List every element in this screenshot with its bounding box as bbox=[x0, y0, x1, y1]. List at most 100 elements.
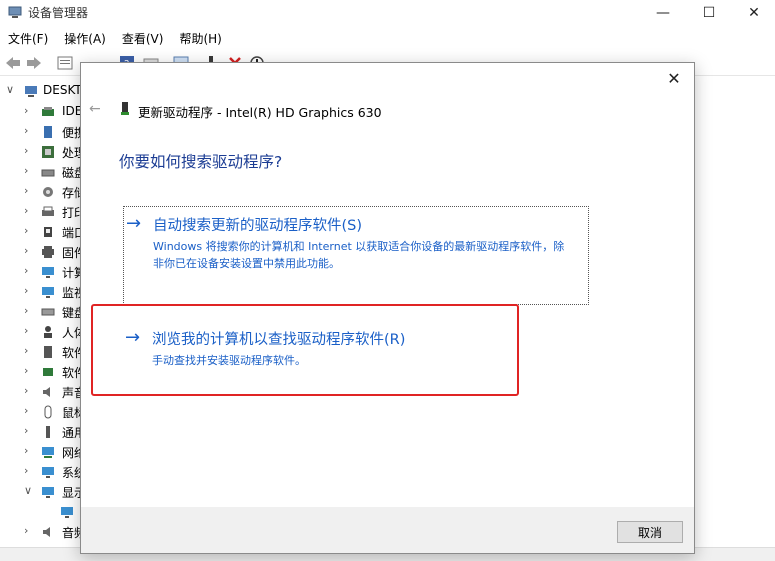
keyboard-icon bbox=[41, 308, 55, 316]
tree-item-display-child[interactable] bbox=[0, 502, 80, 522]
portable-device-icon bbox=[44, 126, 52, 138]
window-title: 设备管理器 bbox=[28, 6, 89, 20]
chevron-right-icon[interactable]: › bbox=[24, 304, 28, 317]
speaker-icon bbox=[43, 387, 50, 397]
chevron-right-icon[interactable]: › bbox=[24, 424, 28, 437]
device-manager-icon bbox=[8, 6, 22, 18]
chevron-right-icon[interactable]: › bbox=[24, 384, 28, 397]
tree-item-audio[interactable]: › 音频 bbox=[0, 522, 86, 542]
forward-icon[interactable] bbox=[25, 54, 43, 72]
chevron-right-icon[interactable]: › bbox=[24, 444, 28, 457]
menu-help[interactable]: 帮助(H) bbox=[171, 27, 229, 49]
dialog-footer: 取消 bbox=[81, 507, 694, 553]
device-tree: ∨ DESKT › IDE › 便携 › 处理 › 磁盘 › 存储 › 打印 ›… bbox=[0, 77, 86, 547]
usb-icon bbox=[46, 426, 50, 438]
tree-root-label: DESKT bbox=[43, 83, 82, 97]
tree-item-keyboard[interactable]: › 键盘 bbox=[0, 302, 86, 322]
tree-item-hid[interactable]: › 人体 bbox=[0, 322, 86, 342]
printer-icon bbox=[42, 206, 54, 216]
chevron-right-icon[interactable]: › bbox=[24, 184, 28, 197]
tree-item-ide[interactable]: › IDE bbox=[0, 102, 82, 122]
graphics-card-icon bbox=[121, 102, 129, 115]
chevron-right-icon[interactable]: › bbox=[24, 404, 28, 417]
storage-controller-icon bbox=[43, 187, 53, 197]
tree-item-computer[interactable]: › 计算 bbox=[0, 262, 86, 282]
graphics-card-icon bbox=[61, 507, 73, 518]
maximize-button[interactable]: ☐ bbox=[686, 0, 732, 26]
arrow-right-icon: → bbox=[126, 213, 142, 234]
tree-item-ports[interactable]: › 端口 bbox=[0, 222, 86, 242]
monitor-icon bbox=[42, 287, 54, 298]
display-adapter-icon bbox=[42, 487, 54, 498]
chevron-right-icon[interactable]: › bbox=[24, 524, 28, 537]
tree-item-monitor[interactable]: › 监视 bbox=[0, 282, 86, 302]
tree-item-sound[interactable]: › 声音 bbox=[0, 382, 86, 402]
computer-icon bbox=[25, 86, 37, 97]
port-icon bbox=[44, 227, 52, 237]
arrow-right-icon: → bbox=[125, 327, 141, 348]
auto-search-heading[interactable]: 自动搜索更新的驱动程序软件(S) bbox=[153, 214, 362, 235]
tree-item-network[interactable]: › 网络 bbox=[0, 442, 86, 462]
back-arrow-icon[interactable]: ← bbox=[89, 101, 101, 117]
dialog-close-button[interactable]: ✕ bbox=[664, 69, 684, 89]
chevron-right-icon[interactable]: › bbox=[24, 104, 28, 117]
tree-item-print[interactable]: › 打印 bbox=[0, 202, 86, 222]
chevron-right-icon[interactable]: › bbox=[24, 344, 28, 357]
monitor-icon bbox=[42, 267, 54, 278]
tree-item-display[interactable]: ∨ 显示 bbox=[0, 482, 86, 502]
auto-search-option[interactable]: → 自动搜索更新的驱动程序软件(S) Windows 将搜索你的计算机和 Int… bbox=[123, 206, 589, 305]
chevron-right-icon[interactable]: › bbox=[24, 164, 28, 177]
dialog-title: 更新驱动程序 - Intel(R) HD Graphics 630 bbox=[138, 105, 382, 120]
chevron-down-icon[interactable]: ∨ bbox=[24, 484, 32, 497]
tree-item-mouse[interactable]: › 鼠标 bbox=[0, 402, 86, 422]
tree-root[interactable]: ∨ DESKT bbox=[0, 81, 82, 101]
properties-icon[interactable] bbox=[56, 54, 74, 72]
tree-item-storage[interactable]: › 存储 bbox=[0, 182, 86, 202]
menu-file[interactable]: 文件(F) bbox=[0, 27, 56, 49]
chevron-right-icon[interactable]: › bbox=[24, 464, 28, 477]
chevron-right-icon[interactable]: › bbox=[24, 124, 28, 137]
chevron-right-icon[interactable]: › bbox=[24, 144, 28, 157]
auto-search-description: Windows 将搜索你的计算机和 Internet 以获取适合你设备的最新驱动… bbox=[153, 240, 565, 270]
menu-view[interactable]: 查看(V) bbox=[114, 27, 172, 49]
software-device-icon bbox=[43, 368, 53, 376]
processor-icon bbox=[42, 146, 54, 158]
chevron-right-icon[interactable]: › bbox=[24, 244, 28, 257]
browse-computer-option[interactable]: → 浏览我的计算机以查找驱动程序软件(R) 手动查找并安装驱动程序软件。 bbox=[123, 321, 589, 385]
chevron-right-icon[interactable]: › bbox=[24, 284, 28, 297]
chevron-right-icon[interactable]: › bbox=[24, 364, 28, 377]
mouse-icon bbox=[44, 405, 52, 419]
speaker-icon bbox=[43, 527, 50, 537]
firmware-icon bbox=[42, 246, 54, 258]
update-driver-dialog: ✕ ← 更新驱动程序 - Intel(R) HD Graphics 630 你要… bbox=[80, 62, 695, 554]
close-window-button[interactable]: ✕ bbox=[731, 0, 775, 26]
ide-controller-icon bbox=[42, 107, 54, 116]
browse-computer-description: 手动查找并安装驱动程序软件。 bbox=[152, 354, 306, 367]
tree-item-software-1[interactable]: › 软件 bbox=[0, 342, 86, 362]
tree-item-usb[interactable]: › 通用 bbox=[0, 422, 86, 442]
tree-item-system[interactable]: › 系统 bbox=[0, 462, 86, 482]
tree-item-software-2[interactable]: › 软件 bbox=[0, 362, 86, 382]
title-bar: 设备管理器 — ☐ ✕ bbox=[0, 0, 775, 26]
chevron-right-icon[interactable]: › bbox=[24, 204, 28, 217]
network-adapter-icon bbox=[42, 447, 54, 458]
menu-action[interactable]: 操作(A) bbox=[56, 27, 114, 49]
chevron-right-icon[interactable]: › bbox=[24, 324, 28, 337]
minimize-button[interactable]: — bbox=[640, 0, 686, 26]
chevron-down-icon[interactable]: ∨ bbox=[6, 83, 14, 96]
human-interface-icon bbox=[44, 326, 52, 338]
tree-item-portable[interactable]: › 便携 bbox=[0, 122, 86, 142]
tree-item-processor[interactable]: › 处理 bbox=[0, 142, 86, 162]
browse-computer-heading[interactable]: 浏览我的计算机以查找驱动程序软件(R) bbox=[152, 328, 405, 349]
tree-item-firmware[interactable]: › 固件 bbox=[0, 242, 86, 262]
disk-drive-icon bbox=[41, 169, 55, 177]
search-question-heading: 你要如何搜索驱动程序? bbox=[119, 153, 283, 171]
cancel-button[interactable]: 取消 bbox=[617, 521, 683, 543]
software-component-icon bbox=[44, 346, 52, 358]
back-icon[interactable] bbox=[4, 54, 22, 72]
chevron-right-icon[interactable]: › bbox=[24, 264, 28, 277]
system-device-icon bbox=[42, 467, 54, 478]
chevron-right-icon[interactable]: › bbox=[24, 224, 28, 237]
menu-bar: 文件(F) 操作(A) 查看(V) 帮助(H) bbox=[0, 27, 230, 49]
tree-item-disk[interactable]: › 磁盘 bbox=[0, 162, 86, 182]
